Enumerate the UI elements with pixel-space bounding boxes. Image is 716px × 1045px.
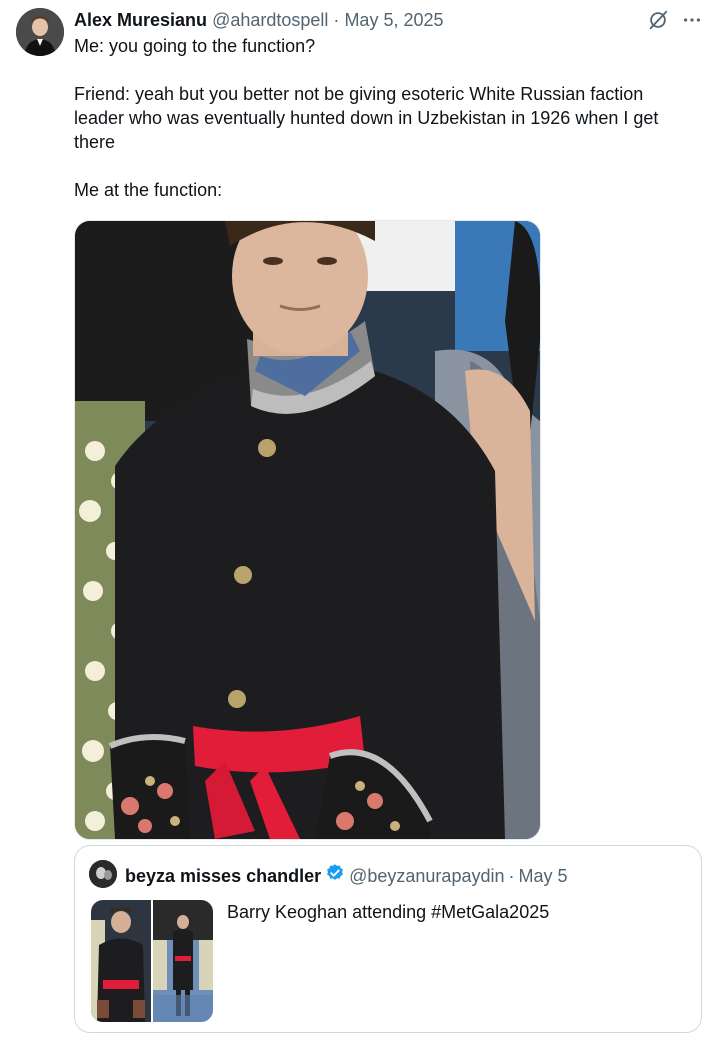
header-separator: · xyxy=(333,10,340,30)
quote-header: beyza misses chandler @beyzanurapaydin ·… xyxy=(125,863,568,888)
quoted-tweet[interactable]: beyza misses chandler @beyzanurapaydin ·… xyxy=(74,845,702,1033)
quote-author-name[interactable]: beyza misses chandler xyxy=(125,865,321,887)
grok-icon[interactable] xyxy=(646,8,670,32)
quote-author-avatar[interactable] xyxy=(89,860,117,888)
quote-author-handle[interactable]: @beyzanurapaydin xyxy=(349,865,504,887)
more-icon[interactable] xyxy=(680,8,704,32)
quote-thumbnail-1 xyxy=(91,900,151,1022)
quote-thumbnails[interactable] xyxy=(91,900,213,1022)
author-avatar[interactable] xyxy=(16,8,64,56)
tweet: Alex Muresianu @ahardtospell · May 5, 20… xyxy=(0,0,716,1045)
quote-date[interactable]: May 5 xyxy=(518,865,567,887)
photo-image xyxy=(75,221,540,839)
quote-header-separator: · xyxy=(508,865,515,886)
tweet-header: Alex Muresianu @ahardtospell · May 5, 20… xyxy=(74,8,444,32)
quote-avatar-image xyxy=(89,860,117,888)
quote-text: Barry Keoghan attending #MetGala2025 xyxy=(227,902,550,922)
tweet-date[interactable]: May 5, 2025 xyxy=(344,10,443,30)
author-avatar-image xyxy=(16,8,64,56)
author-handle[interactable]: @ahardtospell xyxy=(212,10,328,30)
verified-badge-icon xyxy=(325,863,345,888)
tweet-text: Me: you going to the function? Friend: y… xyxy=(74,36,659,200)
quote-thumbnail-2 xyxy=(153,900,213,1022)
tweet-actions xyxy=(646,8,704,32)
tweet-photo[interactable] xyxy=(74,220,541,840)
author-name[interactable]: Alex Muresianu xyxy=(74,10,207,30)
